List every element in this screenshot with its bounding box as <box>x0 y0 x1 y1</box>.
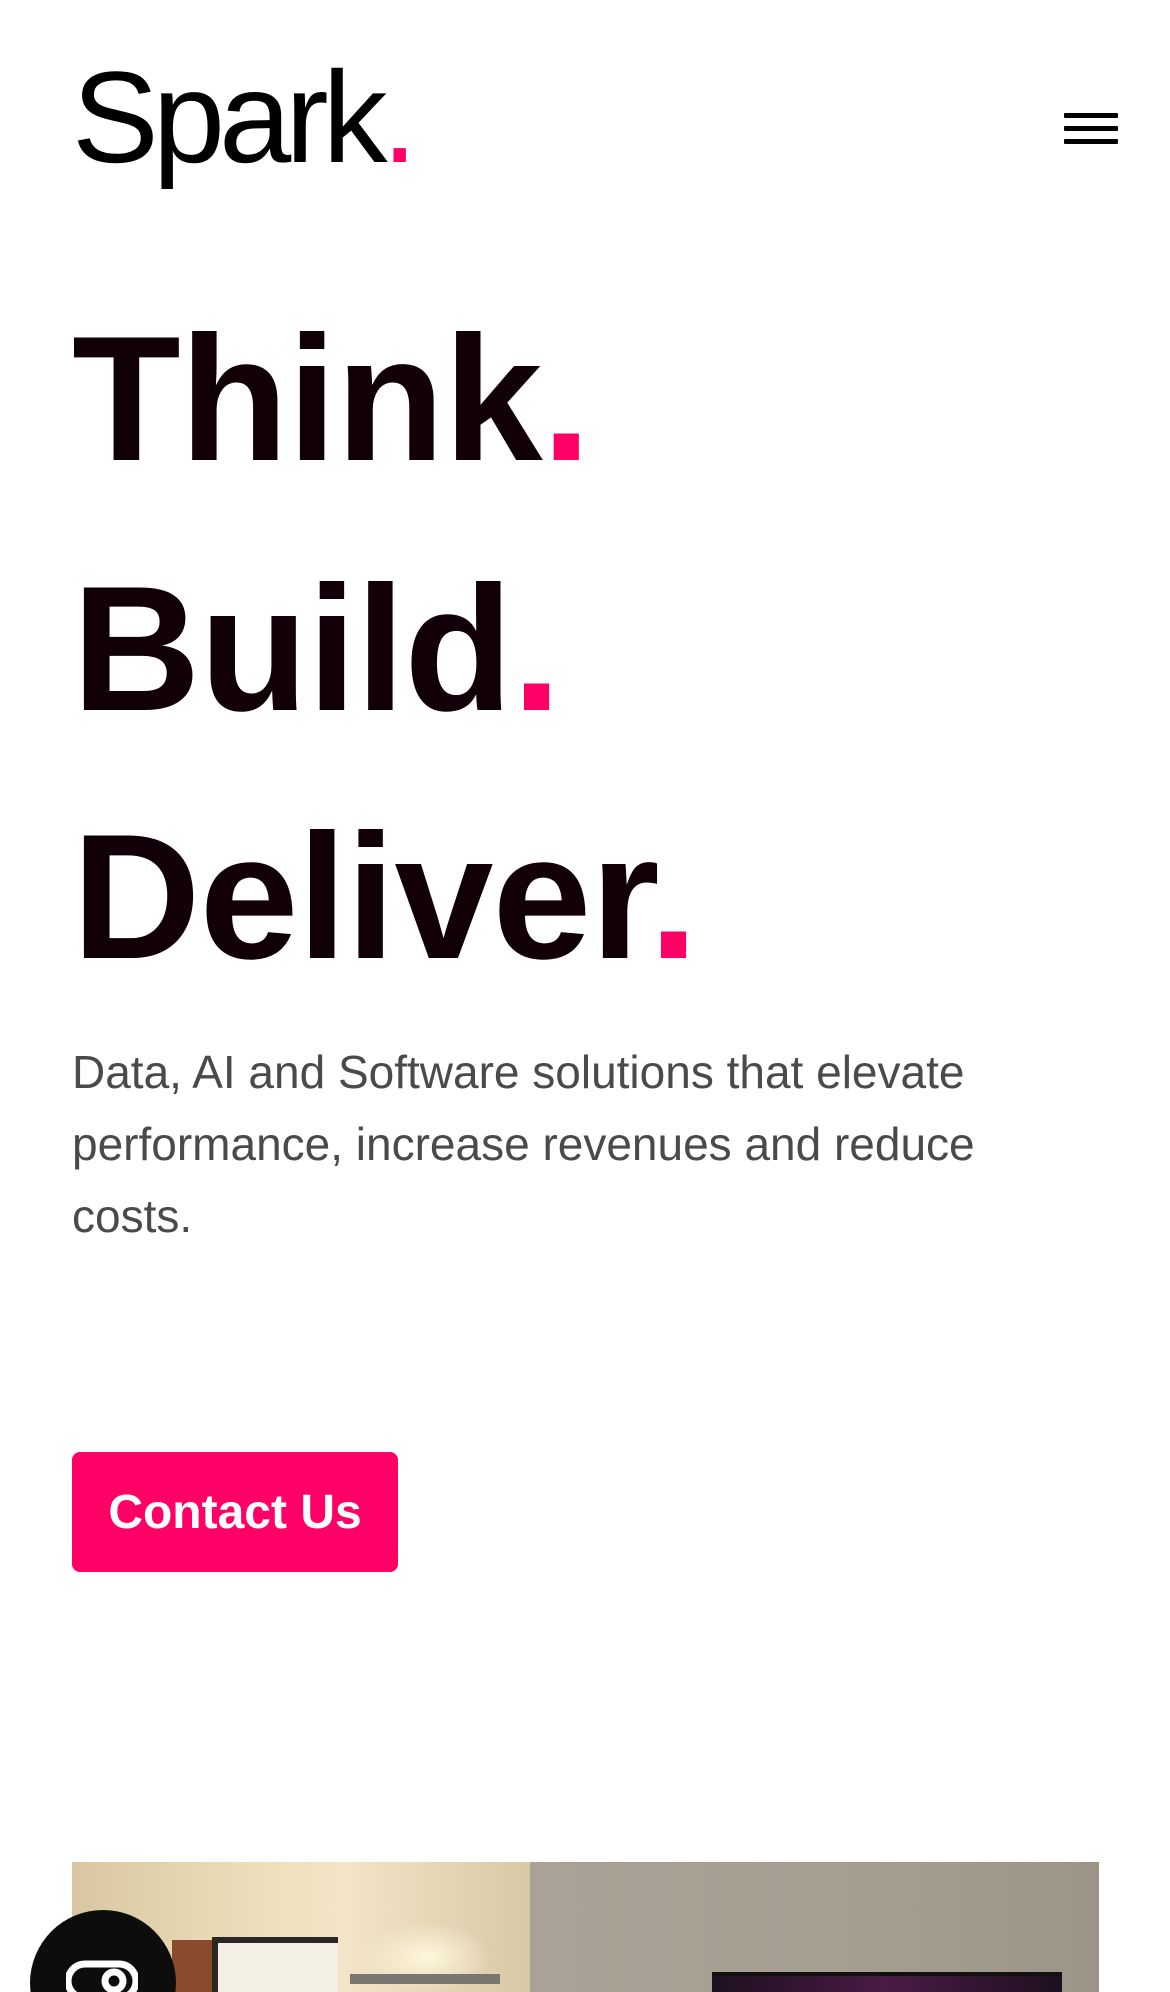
hero-subtitle: Data, AI and Software solutions that ele… <box>72 1046 975 1242</box>
headline-dot: . <box>648 797 698 996</box>
brand-logo[interactable]: Spark. <box>72 52 418 182</box>
headline-word: Think <box>72 299 543 498</box>
image-lamp <box>350 1974 500 1984</box>
headline-build: Build. <box>72 560 561 738</box>
headline-word: Build <box>72 549 513 748</box>
image-tv-screen <box>712 1972 1062 1992</box>
image-wood-panel <box>172 1940 212 1992</box>
brand-logo-text: Spark <box>72 44 388 190</box>
menu-line <box>1064 113 1118 118</box>
image-picture-frame <box>212 1937 338 1992</box>
headline-dot: . <box>541 299 591 498</box>
contact-us-button[interactable]: Contact Us <box>72 1452 398 1572</box>
menu-line <box>1064 139 1118 144</box>
headline-think: Think. <box>72 310 591 488</box>
headline-deliver: Deliver. <box>72 808 698 986</box>
hero-image <box>72 1862 1099 1992</box>
chat-bubble-icon <box>66 1960 138 1992</box>
hamburger-menu-icon[interactable] <box>1058 105 1118 153</box>
headline-word: Deliver <box>72 797 650 996</box>
brand-logo-dot: . <box>381 44 418 190</box>
headline-dot: . <box>511 549 561 748</box>
menu-line <box>1064 126 1118 131</box>
